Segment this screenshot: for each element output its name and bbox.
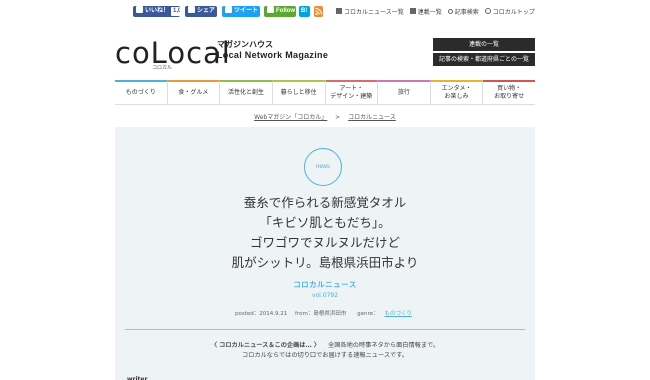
title-line: 肌がシットリ。島根県浜田市より xyxy=(231,255,419,270)
nav-item[interactable]: ものづくり xyxy=(115,80,168,104)
series-name[interactable]: コロカルニュース xyxy=(115,279,535,290)
breadcrumb-home-link[interactable]: Webマガジン「コロカル」 xyxy=(254,114,327,121)
follow-button[interactable]: Follow xyxy=(264,6,296,17)
genre: genre： ものづくり xyxy=(357,311,412,317)
breadcrumb-separator: > xyxy=(335,114,341,121)
facebook-share-button[interactable]: シェア xyxy=(185,6,217,17)
logo-subtitle: コロカル xyxy=(152,65,173,71)
top-links: コロカルニュース一覧 連載一覧 記事検索 コロカルトップ xyxy=(336,5,535,17)
feedly-icon xyxy=(267,6,274,13)
nav-item[interactable]: 暮らしと移住 xyxy=(272,80,326,104)
share-bar: いいね！1,095 シェア ツイート Follow B! コロカルニュース一覧 … xyxy=(0,0,650,22)
breadcrumb-current-link[interactable]: コロカルニュース xyxy=(348,114,396,121)
home-icon xyxy=(484,8,491,14)
nav-item[interactable]: アート・ デザイン・建築 xyxy=(325,80,379,104)
nav-item[interactable]: 買い物・ お取り寄せ xyxy=(483,80,535,104)
facebook-like-button[interactable]: いいね！1,095 xyxy=(133,6,180,17)
search-icon xyxy=(447,8,453,14)
description-heading: 〈 コロカルニュース＆この企画は… 〉 xyxy=(210,342,321,349)
volume-number: vol.0792 xyxy=(311,292,339,299)
series-description: 〈 コロカルニュース＆この企画は… 〉全国各地の時事ネタから面白情報まで。 コロ… xyxy=(210,342,440,359)
nav-item[interactable]: 活性化と創生 xyxy=(220,80,273,104)
facebook-icon xyxy=(188,6,195,13)
magazine-house-logo[interactable]: マガジンハウス xyxy=(217,39,273,50)
news-list-link[interactable]: コロカルニュース一覧 xyxy=(336,7,404,16)
article-meta: posted：2014.9.21 from：島根県浜田市 genre： ものづくり xyxy=(115,309,535,317)
nav-item[interactable]: 旅行 xyxy=(378,80,431,104)
list-icon xyxy=(409,8,416,14)
genre-link[interactable]: ものづくり xyxy=(384,311,412,317)
news-badge: news xyxy=(304,148,342,186)
breadcrumb: Webマガジン「コロカル」 > コロカルニュース xyxy=(0,112,650,121)
from-location: from：島根県浜田市 xyxy=(295,311,347,317)
title-line: 蚕糸で作られる新感覚タオル xyxy=(243,195,407,210)
nav-item[interactable]: エンタメ・ お楽しみ xyxy=(430,80,484,104)
site-logo[interactable]: coLocal xyxy=(115,36,231,70)
tweet-button[interactable]: ツイート xyxy=(222,6,260,17)
title-line: 「キビソ肌ともだち」。 xyxy=(259,215,391,230)
title-line: ゴワゴワでヌルヌルだけど xyxy=(249,235,400,250)
home-link[interactable]: コロカルトップ xyxy=(484,7,535,16)
magazine-tagline: Local Network Magazine xyxy=(217,50,329,60)
thumbs-up-icon xyxy=(136,6,143,13)
divider xyxy=(125,329,525,330)
posted-date: posted：2014.9.21 xyxy=(235,311,288,317)
series-list-button[interactable]: 連載の一覧 xyxy=(433,38,535,51)
list-icon xyxy=(336,8,342,14)
rss-icon[interactable] xyxy=(314,6,323,17)
hatena-bookmark-button[interactable]: B! xyxy=(299,6,310,17)
article-search-link[interactable]: 記事検索 xyxy=(447,7,479,16)
category-nav: ものづくり 食・グルメ 活性化と創生 暮らしと移住 アート・ デザイン・建築 旅行 エンタメ… xyxy=(115,80,535,104)
like-count: 1,095 xyxy=(171,7,180,16)
twitter-bird-icon xyxy=(225,6,232,13)
writer-heading: writer xyxy=(127,376,148,380)
series-list-link[interactable]: 連載一覧 xyxy=(409,7,442,16)
search-by-prefecture-button[interactable]: 記事の検索・都道府県ごとの一覧 xyxy=(433,53,535,66)
nav-divider xyxy=(115,104,535,105)
article-header-panel: news 蚕糸で作られる新感覚タオル 「キビソ肌ともだち」。 ゴワゴワでヌルヌル… xyxy=(115,127,535,380)
nav-item[interactable]: 食・グルメ xyxy=(167,80,221,104)
article-title: 蚕糸で作られる新感覚タオル 「キビソ肌ともだち」。 ゴワゴワでヌルヌルだけど 肌… xyxy=(155,193,495,273)
